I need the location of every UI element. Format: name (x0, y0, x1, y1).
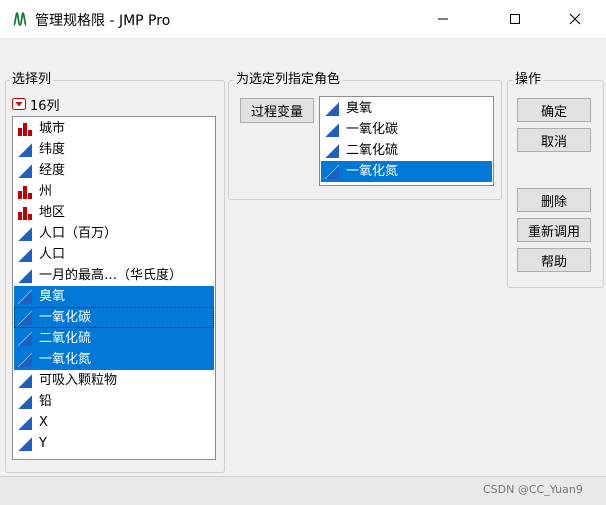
continuous-triangle-icon (17, 289, 33, 305)
continuous-triangle-icon (324, 143, 340, 159)
continuous-triangle-icon (17, 394, 33, 410)
continuous-triangle-icon (17, 226, 33, 242)
continuous-triangle-icon (17, 415, 33, 431)
list-item[interactable]: 人口（百万） (14, 223, 214, 244)
maximize-button[interactable] (492, 0, 538, 38)
list-item-label: 臭氧 (39, 286, 65, 307)
continuous-triangle-icon (324, 101, 340, 117)
continuous-triangle-icon (324, 164, 340, 180)
list-item-label: Y (39, 433, 47, 454)
select-columns-label: 选择列 (10, 72, 53, 88)
continuous-triangle-icon (17, 310, 33, 326)
column-count-toggle[interactable]: 16列 (12, 95, 60, 113)
list-item-label: 可吸入颗粒物 (39, 370, 117, 391)
list-item[interactable]: 臭氧 (321, 98, 492, 119)
continuous-triangle-icon (17, 352, 33, 368)
minimize-icon (437, 13, 449, 25)
close-button[interactable] (552, 0, 598, 38)
list-item-label: 铅 (39, 391, 52, 412)
list-item[interactable]: 二氧化硫 (321, 140, 492, 161)
continuous-triangle-icon (17, 163, 33, 179)
assign-roles-label: 为选定列指定角色 (234, 72, 342, 88)
process-variables-button[interactable]: 过程变量 (240, 98, 314, 123)
actions-label: 操作 (513, 72, 543, 88)
window-title: 管理规格限 - JMP Pro (35, 10, 170, 30)
continuous-triangle-icon (17, 331, 33, 347)
ok-button[interactable]: 确定 (517, 98, 591, 122)
list-item[interactable]: 一氧化碳 (14, 307, 214, 328)
minimize-button[interactable] (420, 0, 466, 38)
title-bar: 管理规格限 - JMP Pro (0, 0, 606, 39)
recall-button[interactable]: 重新调用 (517, 218, 591, 242)
list-item-label: 地区 (39, 202, 65, 223)
list-item[interactable]: 铅 (14, 391, 214, 412)
list-item-label: 城市 (39, 118, 65, 139)
cancel-button[interactable]: 取消 (517, 128, 591, 152)
list-item[interactable]: 地区 (14, 202, 214, 223)
watermark: CSDN @CC_Yuan9 (483, 483, 583, 496)
list-item-label: 二氧化硫 (346, 140, 398, 161)
list-item-label: 一月的最高…（华氏度） (39, 265, 182, 286)
jmp-app-icon (12, 10, 28, 26)
list-item-label: 州 (39, 181, 52, 202)
nominal-bar-icon (17, 184, 33, 200)
continuous-triangle-icon (324, 122, 340, 138)
list-item[interactable]: X (14, 412, 214, 433)
list-item-label: 人口 (39, 244, 65, 265)
remove-button[interactable]: 删除 (517, 188, 591, 212)
list-item[interactable]: 一氧化碳 (321, 119, 492, 140)
close-icon (569, 13, 581, 25)
list-item[interactable]: 一氧化氮 (14, 349, 214, 370)
list-item-label: 一氧化氮 (346, 161, 398, 182)
list-item-label: 经度 (39, 160, 65, 181)
nominal-bar-icon (17, 121, 33, 137)
list-item-label: 臭氧 (346, 98, 372, 119)
disclosure-down-icon (12, 98, 26, 110)
list-item[interactable]: 州 (14, 181, 214, 202)
list-item-label: 二氧化硫 (39, 328, 91, 349)
list-item-label: 一氧化碳 (39, 307, 91, 328)
list-item[interactable]: 一氧化氮 (321, 161, 492, 182)
list-item[interactable]: Y (14, 433, 214, 454)
process-variables-list[interactable]: 臭氧 一氧化碳 二氧化硫 一氧化氮 (319, 96, 494, 186)
continuous-triangle-icon (17, 436, 33, 452)
list-item-label: 纬度 (39, 139, 65, 160)
list-item[interactable]: 经度 (14, 160, 214, 181)
column-count: 16列 (30, 95, 60, 114)
nominal-bar-icon (17, 205, 33, 221)
list-item[interactable]: 二氧化硫 (14, 328, 214, 349)
list-item-label: X (39, 412, 48, 433)
continuous-triangle-icon (17, 247, 33, 263)
list-item[interactable]: 城市 (14, 118, 214, 139)
list-item-label: 人口（百万） (39, 223, 117, 244)
list-item-label: 一氧化碳 (346, 119, 398, 140)
list-item[interactable]: 可吸入颗粒物 (14, 370, 214, 391)
column-list[interactable]: 城市 纬度 经度州地区 人口（百万） 人口 一月的最高…（华氏度） 臭氧 一氧化碳 二氧化硫 一氧… (12, 116, 216, 460)
help-button[interactable]: 帮助 (517, 248, 591, 272)
list-item-label: 一氧化氮 (39, 349, 91, 370)
list-item[interactable]: 人口 (14, 244, 214, 265)
continuous-triangle-icon (17, 373, 33, 389)
list-item[interactable]: 臭氧 (14, 286, 214, 307)
maximize-icon (509, 13, 521, 25)
list-item[interactable]: 一月的最高…（华氏度） (14, 265, 214, 286)
list-item[interactable]: 纬度 (14, 139, 214, 160)
continuous-triangle-icon (17, 268, 33, 284)
continuous-triangle-icon (17, 142, 33, 158)
